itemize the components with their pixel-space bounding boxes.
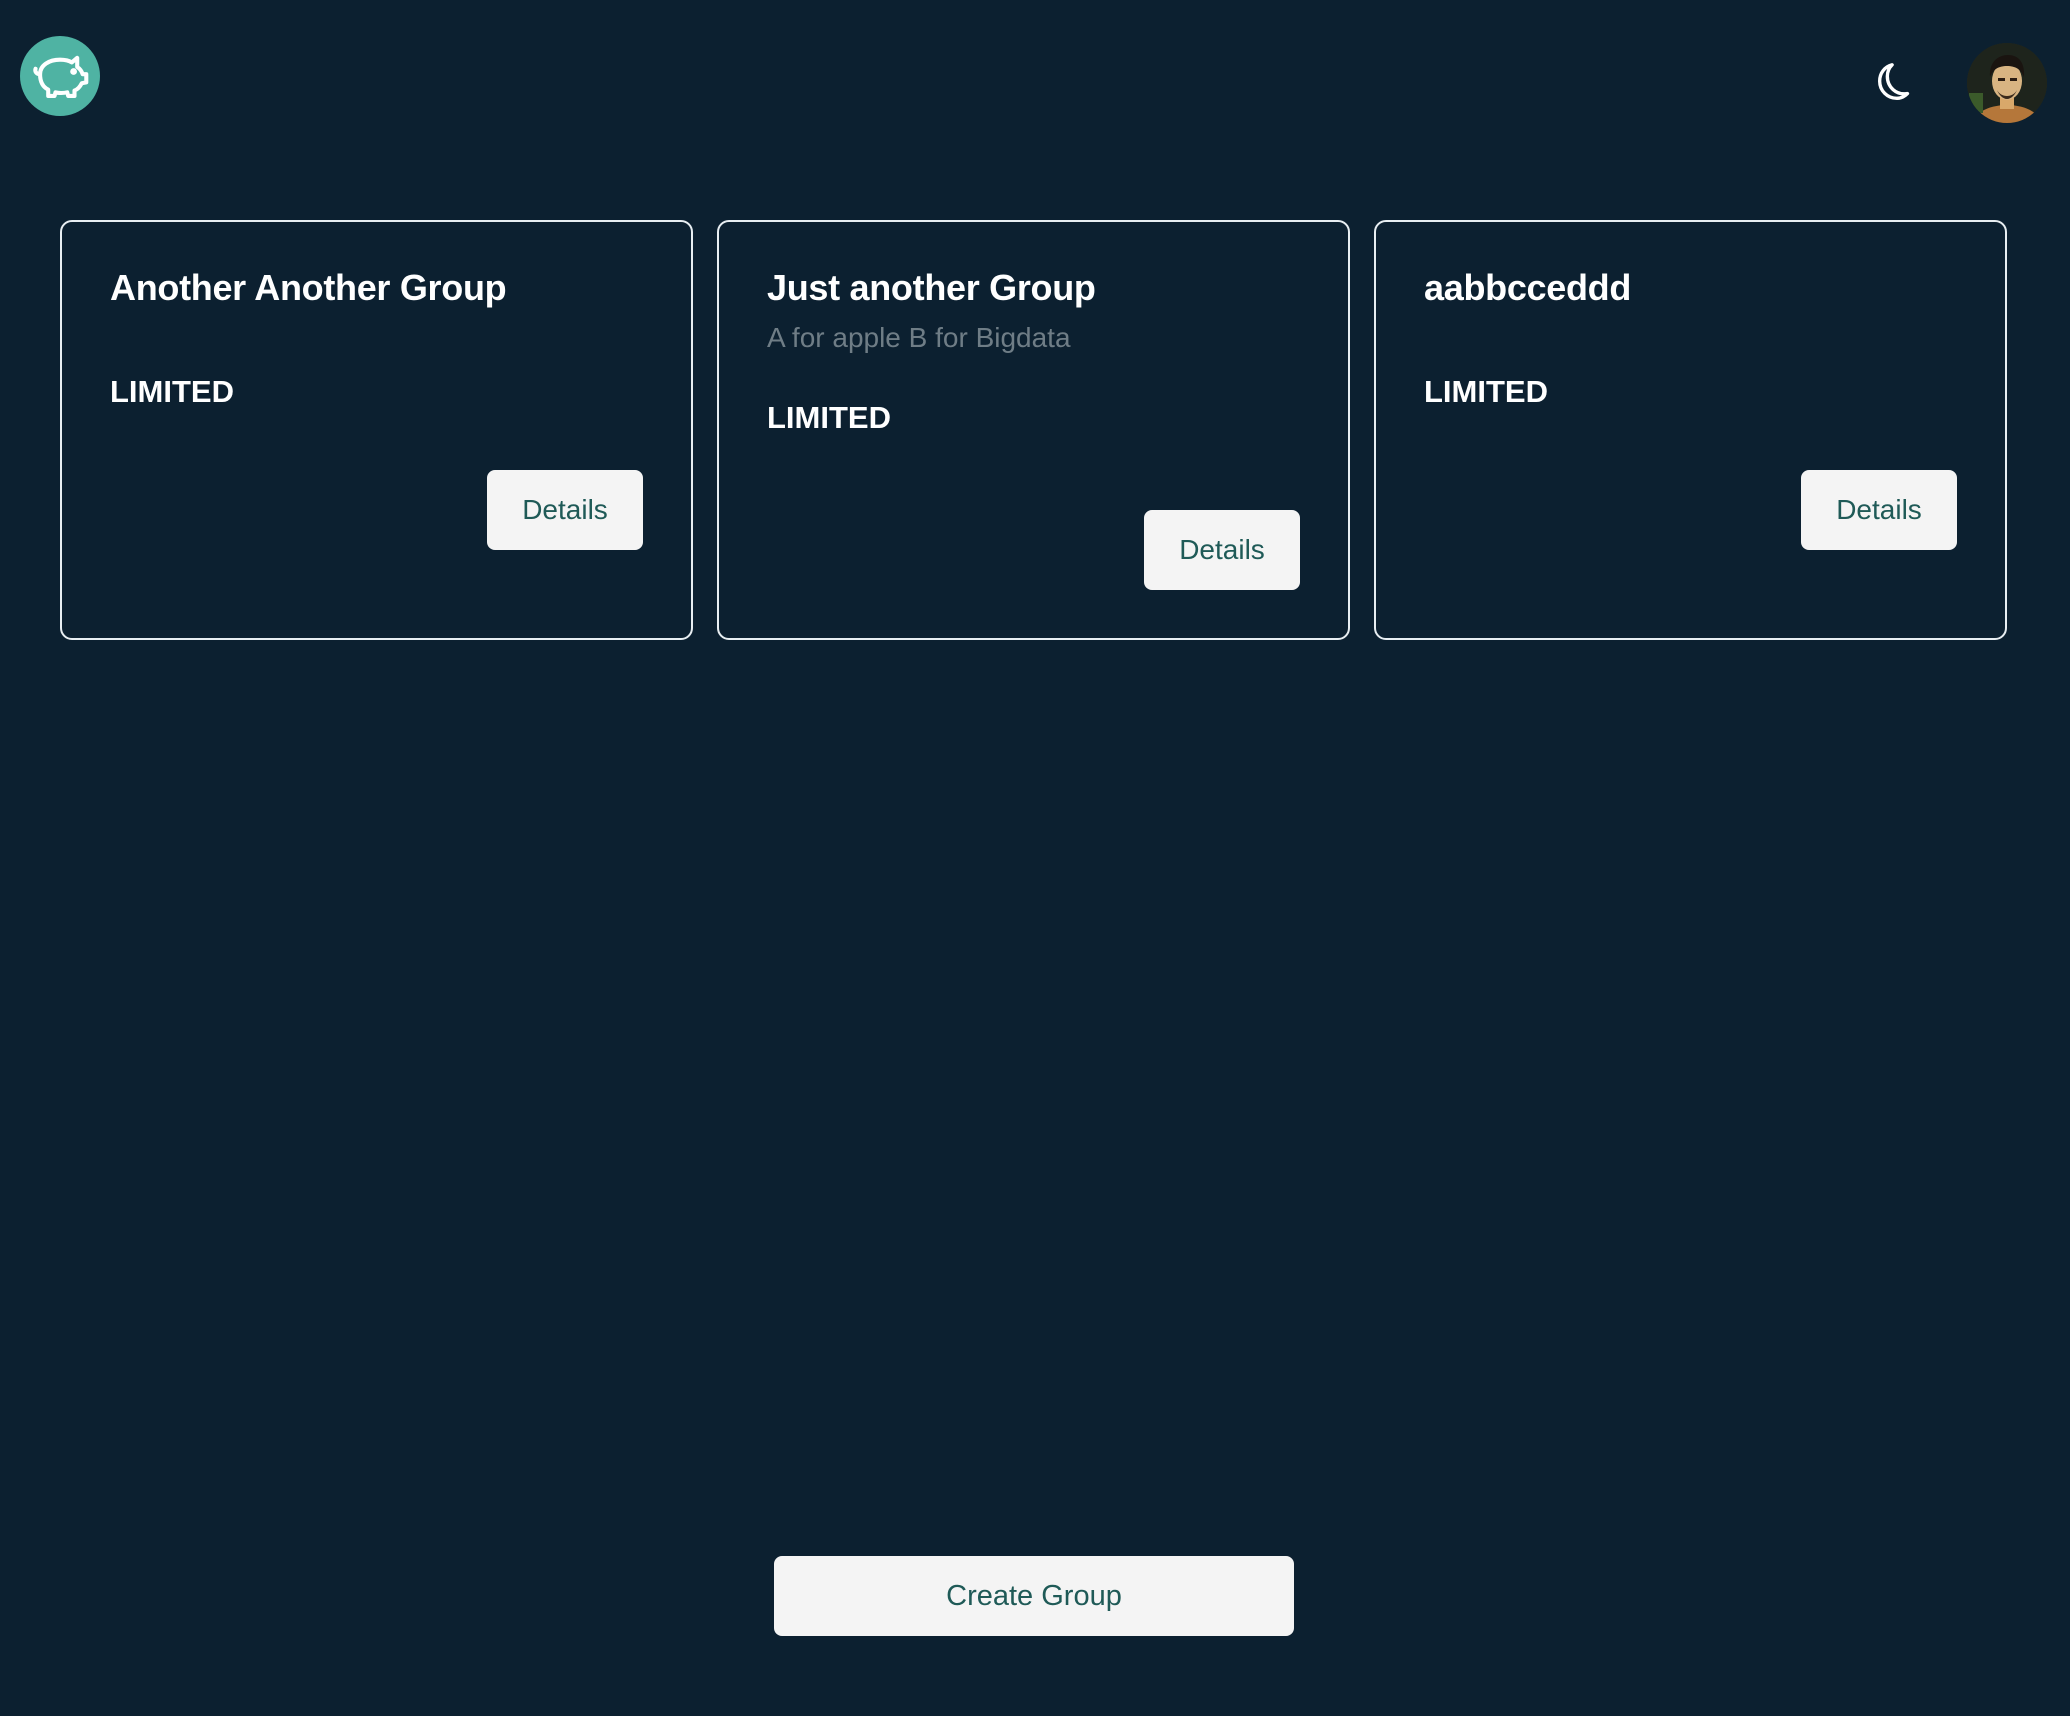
group-status: LIMITED	[767, 400, 891, 435]
app-page: Another Another Group LIMITED Details Ju…	[0, 0, 2070, 1716]
group-title: Another Another Group	[110, 267, 507, 308]
group-card: Just another Group A for apple B for Big…	[717, 220, 1350, 640]
user-avatar[interactable]	[1967, 43, 2047, 123]
piggy-bank-icon[interactable]	[20, 36, 100, 116]
create-group-button[interactable]: Create Group	[774, 1556, 1294, 1636]
group-list: Another Another Group LIMITED Details Ju…	[60, 220, 2008, 640]
moon-icon[interactable]	[1870, 58, 1920, 108]
group-title: Just another Group	[767, 267, 1096, 308]
group-card: Another Another Group LIMITED Details	[60, 220, 693, 640]
group-description: A for apple B for Bigdata	[767, 322, 1071, 353]
group-card: aabbcceddd LIMITED Details	[1374, 220, 2007, 640]
group-status: LIMITED	[1424, 374, 1548, 409]
details-button[interactable]: Details	[1801, 470, 1957, 550]
details-button[interactable]: Details	[1144, 510, 1300, 590]
group-title: aabbcceddd	[1424, 267, 1632, 308]
details-button[interactable]: Details	[487, 470, 643, 550]
group-status: LIMITED	[110, 374, 234, 409]
